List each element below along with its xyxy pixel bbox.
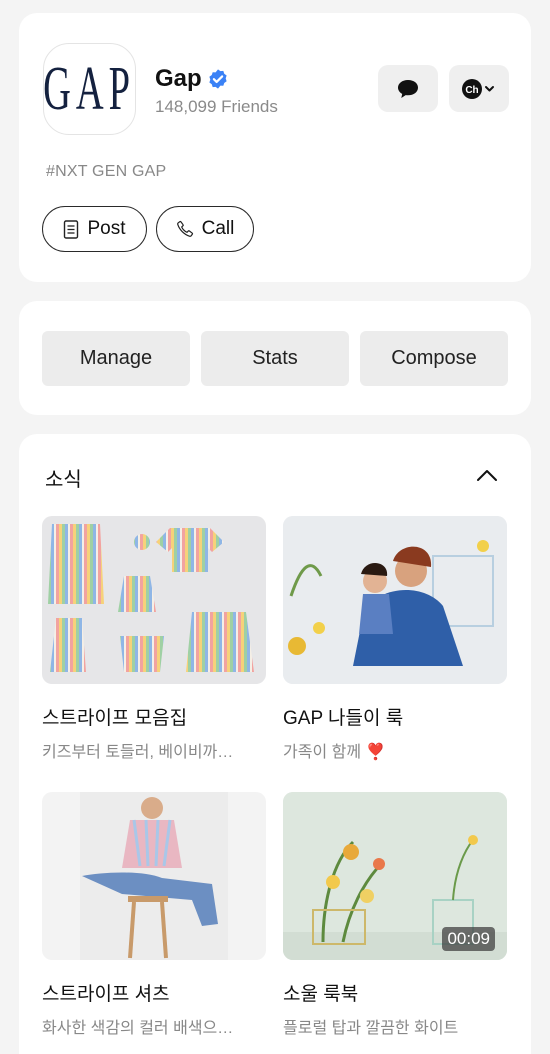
- compose-button[interactable]: Compose: [360, 331, 508, 386]
- news-section-title: 소식: [45, 469, 82, 491]
- chevron-up-icon[interactable]: [473, 464, 501, 486]
- call-label: Call: [201, 218, 235, 239]
- logo-text: GAP: [43, 55, 136, 123]
- brand-logo[interactable]: GAP: [43, 43, 136, 135]
- news-item-description: 플로럴 탑과 깔끔한 화이트: [283, 1020, 459, 1037]
- news-item-title: 스트라이프 셔츠: [42, 984, 170, 1005]
- speech-bubble-icon: [398, 79, 418, 98]
- news-section: 소식 스트라이프 모음집 키즈부터 토들러, 베이비까… GAP 나들이 룩 가…: [19, 434, 531, 1054]
- news-item[interactable]: 스트라이프 모음집 키즈부터 토들러, 베이비까…: [42, 516, 266, 762]
- post-button[interactable]: Post: [42, 206, 147, 252]
- chat-button[interactable]: [378, 65, 438, 112]
- news-item[interactable]: 00:09 소울 룩북 플로럴 탑과 깔끔한 화이트: [283, 792, 507, 1038]
- friends-count: 148,099 Friends: [155, 97, 278, 116]
- channel-icon-text: Ch: [465, 85, 478, 96]
- manage-button[interactable]: Manage: [42, 331, 190, 386]
- news-item-title: 소울 룩북: [283, 984, 359, 1005]
- striped-clothes-image: [48, 524, 254, 672]
- channel-dropdown-icon: Ch: [462, 78, 494, 99]
- call-button[interactable]: Call: [156, 206, 254, 252]
- news-thumbnail[interactable]: 00:09: [283, 792, 507, 960]
- news-item-description: 화사한 색감의 컬러 배색으…: [42, 1020, 234, 1037]
- news-item-description: 가족이 함께 ❣️: [283, 744, 386, 761]
- profile-name: Gap: [155, 65, 202, 92]
- document-icon: [64, 219, 79, 239]
- news-item[interactable]: 스트라이프 셔츠 화사한 색감의 컬러 배색으…: [42, 792, 266, 1038]
- channel-menu-button[interactable]: Ch: [449, 65, 509, 112]
- news-item-title: GAP 나들이 룩: [283, 708, 404, 729]
- profile-tagline: #NXT GEN GAP: [46, 163, 167, 180]
- striped-shirt-model-photo: [80, 792, 228, 960]
- mother-daughter-photo: [283, 516, 507, 684]
- post-label: Post: [87, 218, 126, 239]
- phone-icon: [176, 220, 193, 237]
- news-item-description: 키즈부터 토들러, 베이비까…: [42, 744, 234, 761]
- news-thumbnail[interactable]: [42, 516, 266, 684]
- news-item[interactable]: GAP 나들이 룩 가족이 함께 ❣️: [283, 516, 507, 762]
- news-thumbnail[interactable]: [42, 792, 266, 960]
- profile-card: GAP Gap 148,099 Friends Ch #NXT GEN GAP …: [19, 13, 531, 282]
- video-duration-badge: 00:09: [442, 927, 495, 951]
- verified-badge-icon: [209, 69, 227, 89]
- news-item-title: 스트라이프 모음집: [42, 708, 188, 729]
- stats-button[interactable]: Stats: [201, 331, 349, 386]
- profile-name-row: Gap: [155, 65, 229, 93]
- news-thumbnail[interactable]: [283, 516, 507, 684]
- actions-card: Manage Stats Compose: [19, 301, 531, 415]
